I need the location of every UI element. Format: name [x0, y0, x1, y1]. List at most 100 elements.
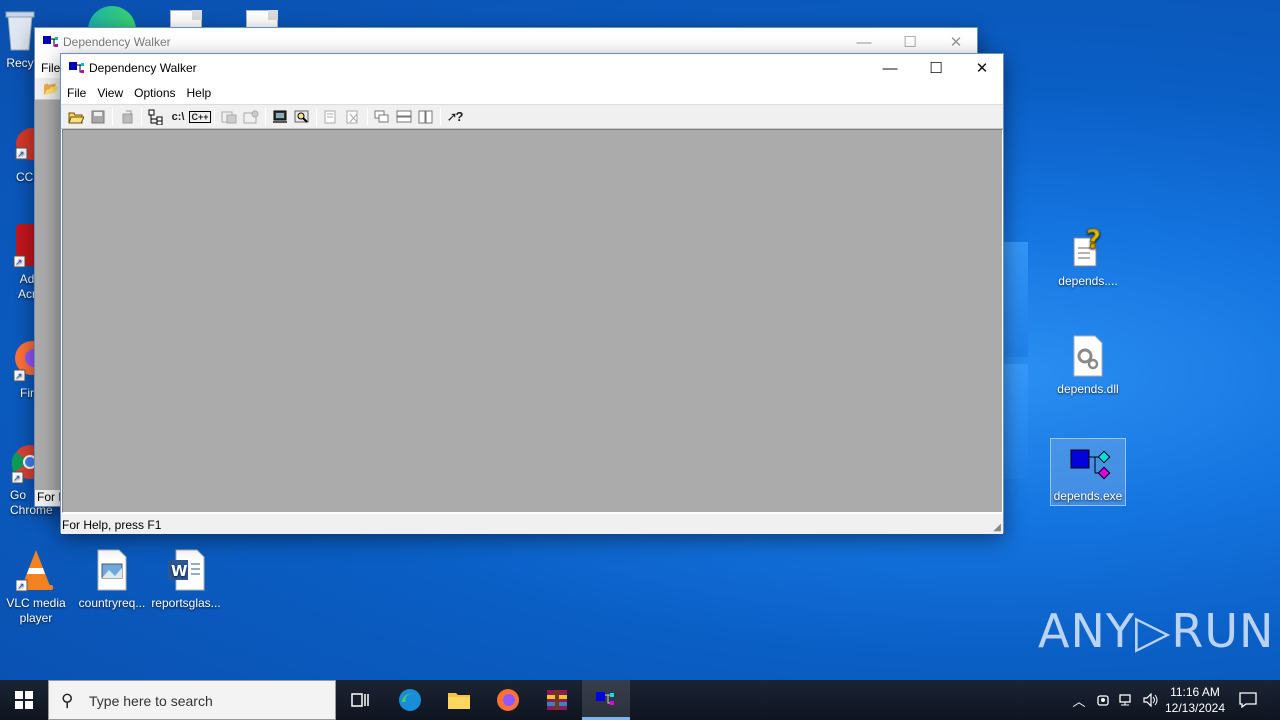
- taskbar-edge[interactable]: [386, 680, 434, 720]
- copy-icon[interactable]: [116, 107, 138, 127]
- menu-file[interactable]: File: [63, 86, 90, 100]
- menu-bar: File View Options Help: [61, 82, 1003, 104]
- full-paths-icon[interactable]: c:\: [167, 107, 189, 127]
- mdi-client-area[interactable]: [62, 129, 1003, 513]
- desktop-icon-depends-help[interactable]: ? depends....: [1050, 225, 1126, 289]
- tile-horizontal-icon[interactable]: [393, 107, 415, 127]
- dependency-walker-app-icon: [1070, 449, 1111, 480]
- notifications-button[interactable]: [1236, 680, 1260, 720]
- svg-text:↗: ↗: [15, 372, 23, 382]
- firefox-icon: [497, 689, 519, 711]
- minimize-button[interactable]: —: [867, 54, 913, 82]
- maximize-button[interactable]: ☐: [887, 28, 933, 56]
- shield-icon: [1097, 695, 1109, 706]
- image-file-icon: [97, 549, 127, 591]
- notification-icon: [1239, 692, 1257, 708]
- minimize-button[interactable]: —: [841, 28, 887, 56]
- svg-text:?: ?: [1086, 226, 1101, 255]
- show-hidden-icons-button[interactable]: ︿: [1068, 680, 1090, 720]
- menu-help[interactable]: Help: [183, 86, 216, 100]
- dll-file-icon: [1073, 335, 1103, 377]
- windows-logo-pane: [1003, 242, 1028, 357]
- desktop-icon-depends-exe[interactable]: depends.exe: [1050, 438, 1126, 506]
- svg-text:↗: ↗: [13, 474, 21, 484]
- tray-network-icon[interactable]: [1116, 680, 1138, 720]
- question-mark: ?: [455, 109, 464, 124]
- desktop-icon-label: depends....: [1058, 274, 1118, 288]
- search-box[interactable]: ⚲ Type here to search: [48, 680, 336, 720]
- firefox-icon: ↗: [13, 341, 49, 382]
- toolbar-separator: [367, 107, 368, 126]
- window-title: Dependency Walker: [89, 61, 197, 75]
- start-button[interactable]: [0, 680, 48, 720]
- cpp-label: C++: [189, 110, 211, 123]
- search-placeholder: Type here to search: [89, 693, 213, 709]
- title-bar[interactable]: Dependency Walker — ☐ ✕: [61, 54, 1003, 82]
- desktop-icon-depends-dll[interactable]: depends.dll: [1050, 334, 1126, 397]
- desktop-icon-reportsglas[interactable]: W reportsglas...: [148, 548, 224, 611]
- task-view-button[interactable]: [336, 680, 384, 720]
- desktop: Recy ↗ CCl ↗ Ad Acr ↗ Fir ↗ Go Chrome ↗ …: [0, 0, 1280, 680]
- expand-tree-icon[interactable]: [145, 107, 167, 127]
- undecorate-cpp-icon[interactable]: C++: [189, 107, 211, 127]
- folder-icon: [448, 693, 470, 709]
- chevron-up-icon: ︿: [1072, 693, 1086, 709]
- toolbar-separator: [265, 107, 266, 126]
- open-folder-icon[interactable]: 📂: [43, 81, 59, 97]
- open-icon[interactable]: [65, 107, 87, 127]
- svg-text:W: W: [171, 562, 188, 580]
- client-area: [35, 100, 61, 490]
- dependency-walker-window[interactable]: Dependency Walker — ☐ ✕ File View Option…: [60, 53, 1004, 534]
- menu-view[interactable]: View: [93, 86, 127, 100]
- properties-icon[interactable]: [240, 107, 262, 127]
- toolbar-separator: [316, 107, 317, 126]
- recycle-bin-icon: [5, 11, 35, 51]
- status-text: For Help, press F1: [62, 518, 162, 532]
- clock-time: 11:16 AM: [1170, 685, 1220, 699]
- close-button[interactable]: ✕: [959, 54, 1005, 82]
- desktop-icon-vlc[interactable]: ↗ VLC media player: [0, 548, 72, 626]
- cascade-icon[interactable]: [371, 107, 393, 127]
- system-info-icon[interactable]: [269, 107, 291, 127]
- help-file-icon: ?: [1073, 225, 1101, 267]
- find-icon[interactable]: [218, 107, 240, 127]
- toolbar: 📂: [35, 78, 63, 100]
- taskbar-firefox[interactable]: [484, 680, 532, 720]
- speaker-icon: [1143, 693, 1158, 707]
- dependency-walker-app-icon: [596, 691, 614, 705]
- windows-start-icon: [15, 691, 33, 709]
- context-help-icon[interactable]: ➚?: [444, 107, 466, 127]
- search-icon: ⚲: [61, 691, 74, 710]
- taskbar-winrar[interactable]: [533, 680, 581, 720]
- taskbar-file-explorer[interactable]: [435, 680, 483, 720]
- maximize-button[interactable]: ☐: [913, 54, 959, 82]
- menu-options[interactable]: Options: [130, 86, 179, 100]
- toolbar-separator: [440, 107, 441, 126]
- dependency-walker-app-icon: [69, 62, 84, 73]
- clock-date: 12/13/2024: [1164, 701, 1226, 715]
- configure-icon[interactable]: [342, 107, 364, 127]
- windows-logo-pane: [1003, 364, 1028, 479]
- title-bar[interactable]: Dependency Walker — ☐ ✕: [35, 28, 977, 56]
- winrar-icon: [547, 690, 567, 710]
- toolbar: c:\ C++ ➚ ?: [61, 104, 1003, 129]
- anyrun-watermark: ANY▷RUN: [1038, 604, 1275, 658]
- resize-grip-icon[interactable]: ◢: [993, 522, 1001, 533]
- clock[interactable]: 11:16 AM 12/13/2024: [1158, 684, 1232, 716]
- svg-text:↗: ↗: [17, 150, 25, 160]
- acrobat-icon: ↗: [13, 224, 40, 268]
- taskbar: ⚲ Type here to search ︿ 11:16 AM 12/13/2…: [0, 680, 1280, 720]
- ccleaner-icon: ↗: [15, 128, 48, 160]
- toolbar-separator: [214, 107, 215, 126]
- search-icon[interactable]: [291, 107, 313, 127]
- edge-icon: [399, 689, 421, 711]
- save-icon[interactable]: [87, 107, 109, 127]
- menu-file[interactable]: File: [35, 56, 63, 78]
- view-module-icon[interactable]: [320, 107, 342, 127]
- desktop-icon-countryreq[interactable]: countryreq...: [74, 548, 150, 611]
- tile-vertical-icon[interactable]: [415, 107, 437, 127]
- close-button[interactable]: ✕: [933, 28, 979, 56]
- taskbar-dependency-walker[interactable]: [582, 680, 630, 720]
- word-document-icon: W: [168, 549, 205, 591]
- tray-security-icon[interactable]: [1092, 680, 1114, 720]
